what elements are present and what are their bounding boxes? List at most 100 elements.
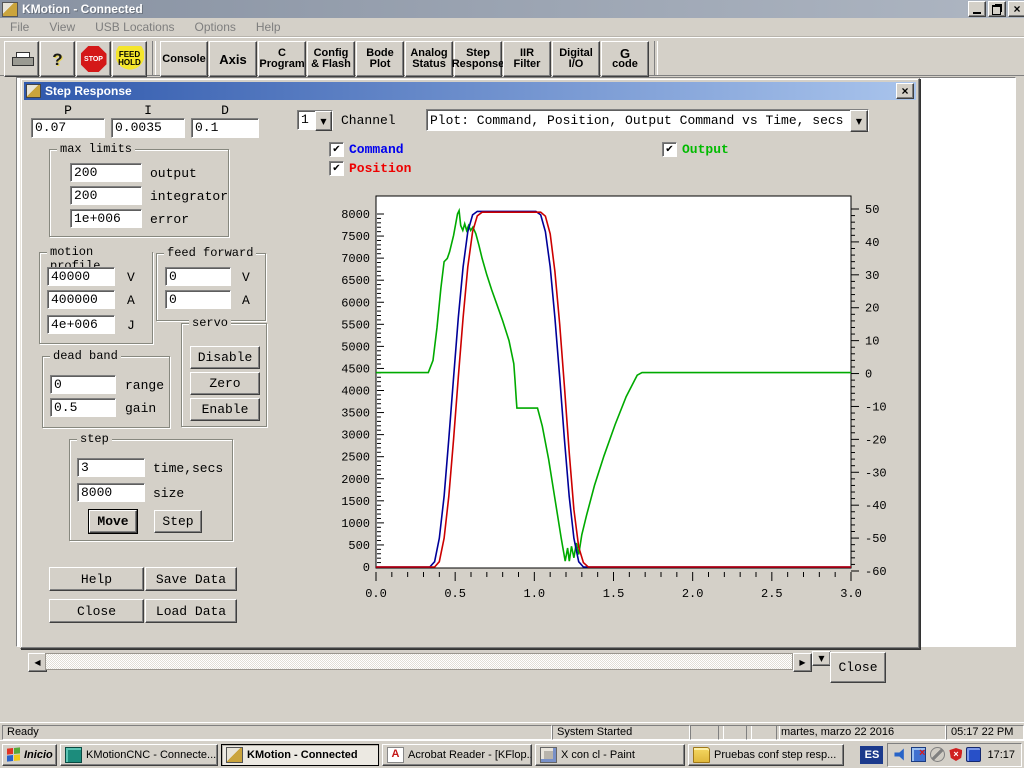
step-time-input[interactable]: 3 [77, 458, 145, 477]
axis-button[interactable]: Axis [209, 41, 257, 77]
close-button[interactable]: × [1008, 1, 1024, 17]
screen: KMotion - Connected × File View USB Loca… [0, 0, 1024, 768]
profile-v-input[interactable]: 40000 [47, 267, 115, 286]
console-button[interactable]: Console [160, 41, 208, 77]
digital-io-button[interactable]: DigitalI/O [552, 41, 600, 77]
toolbar-separator [654, 41, 658, 75]
close-icon: × [901, 86, 908, 96]
taskbar-item-acrobat[interactable]: A Acrobat Reader - [KFlop... [382, 744, 532, 766]
analog-status-button[interactable]: AnalogStatus [405, 41, 453, 77]
restore-icon [992, 5, 1001, 15]
max-integrator-input[interactable]: 200 [70, 186, 142, 205]
position-checkbox[interactable]: ✔ [329, 161, 344, 176]
dialog-close-button[interactable]: × [896, 83, 914, 99]
chevron-down-icon[interactable]: ▼ [850, 110, 868, 132]
move-button[interactable]: Move [89, 510, 137, 533]
menu-view[interactable]: View [39, 18, 85, 36]
gain-input[interactable]: 0.5 [50, 398, 116, 417]
close-dialog-button[interactable]: Close [49, 599, 144, 623]
feed-hold-button[interactable]: FEEDHOLD [112, 41, 147, 77]
bode-plot-button[interactable]: BodePlot [356, 41, 404, 77]
enable-button[interactable]: Enable [190, 398, 260, 421]
menu-help[interactable]: Help [246, 18, 291, 36]
chevron-down-icon[interactable]: ▼ [315, 111, 332, 131]
status-system: System Started [552, 725, 690, 740]
svg-text:20: 20 [865, 302, 879, 316]
taskbar-item-paint[interactable]: X con cl - Paint [535, 744, 685, 766]
step-response-button[interactable]: StepResponse [454, 41, 502, 77]
svg-text:-50: -50 [865, 532, 887, 546]
iir-filter-button[interactable]: IIRFilter [503, 41, 551, 77]
horizontal-scrollbar[interactable] [45, 653, 793, 670]
step-button[interactable]: Step [154, 510, 202, 533]
profile-j-input[interactable]: 4e+006 [47, 315, 115, 334]
svg-text:-40: -40 [865, 499, 887, 513]
start-button[interactable]: Inicio [2, 744, 57, 766]
paint-icon [540, 747, 557, 763]
i-label: I [111, 103, 185, 118]
restore-button[interactable] [988, 1, 1006, 17]
console-bottom-panel: ◀ ▶ ▼ Close [20, 647, 892, 692]
svg-text:5000: 5000 [341, 340, 370, 354]
g-code-button[interactable]: Gcode [601, 41, 649, 77]
svg-text:2500: 2500 [341, 451, 370, 465]
c-program-button[interactable]: CProgram [258, 41, 306, 77]
svg-text:-10: -10 [865, 400, 887, 414]
svg-text:3500: 3500 [341, 407, 370, 421]
step-size-input[interactable]: 8000 [77, 483, 145, 502]
minimize-button[interactable] [968, 1, 986, 17]
profile-a-input[interactable]: 400000 [47, 290, 115, 309]
output-checkbox[interactable]: ✔ [662, 142, 677, 157]
help-dialog-button[interactable]: Help [49, 567, 144, 591]
status-bar: Ready System Started martes, marzo 22 20… [0, 722, 1024, 741]
network-disconnected-icon[interactable]: × [911, 747, 926, 762]
taskbar-item-kmotion[interactable]: KMotion - Connected [221, 744, 379, 766]
max-output-input[interactable]: 200 [70, 163, 142, 182]
console-close-button[interactable]: Close [830, 652, 886, 683]
disable-button[interactable]: Disable [190, 346, 260, 369]
max-limits-group: max limits 200 output 200 integrator 1e+… [49, 149, 229, 237]
security-shield-icon[interactable]: × [949, 748, 962, 761]
tray-clock: 17:17 [987, 749, 1015, 761]
audio-icon[interactable] [894, 748, 907, 761]
config-flash-button[interactable]: Config& Flash [307, 41, 355, 77]
plot-select[interactable]: Plot: Command, Position, Output Command … [426, 109, 869, 131]
load-data-button[interactable]: Load Data [145, 599, 237, 623]
command-checkbox[interactable]: ✔ [329, 142, 344, 157]
display-icon[interactable] [966, 747, 981, 762]
ff-a-input[interactable]: 0 [165, 290, 231, 309]
printer-icon [12, 52, 32, 66]
menu-usb-locations[interactable]: USB Locations [85, 18, 184, 36]
help-button[interactable]: ? [40, 41, 75, 77]
ff-v-input[interactable]: 0 [165, 267, 231, 286]
taskbar-item-kmotioncnc[interactable]: KMotionCNC - Connecte... [60, 744, 218, 766]
menu-bar: File View USB Locations Options Help [0, 18, 1024, 37]
blocked-icon[interactable] [930, 747, 945, 762]
range-input[interactable]: 0 [50, 375, 116, 394]
i-input[interactable]: 0.0035 [111, 118, 185, 138]
menu-file[interactable]: File [0, 18, 39, 36]
save-data-button[interactable]: Save Data [145, 567, 237, 591]
p-input[interactable]: 0.07 [31, 118, 105, 138]
vertical-scroll-fragment[interactable]: ▼ [812, 651, 831, 666]
stop-icon: STOP [81, 46, 107, 72]
language-indicator[interactable]: ES [860, 746, 883, 764]
channel-select[interactable]: 1 ▼ [297, 110, 333, 130]
system-tray: × × 17:17 [887, 743, 1022, 767]
feed-forward-group: feed forward 0 V 0 A [156, 253, 266, 321]
zero-button[interactable]: Zero [190, 372, 260, 395]
scroll-right-button[interactable]: ▶ [793, 653, 812, 672]
toolbar: ? STOP FEEDHOLD Console Axis CProgram Co… [0, 37, 1024, 76]
svg-text:1.5: 1.5 [603, 587, 625, 601]
step-group: step 3 time,secs 8000 size Move Step [69, 439, 233, 541]
taskbar-item-folder[interactable]: Pruebas conf step resp... [688, 744, 844, 766]
window-titlebar: KMotion - Connected × [0, 0, 1024, 18]
svg-text:2.5: 2.5 [761, 587, 783, 601]
stop-button[interactable]: STOP [76, 41, 111, 77]
dialog-titlebar: Step Response × [24, 82, 916, 100]
d-input[interactable]: 0.1 [191, 118, 259, 138]
svg-text:1500: 1500 [341, 495, 370, 509]
print-button[interactable] [4, 41, 39, 77]
max-error-input[interactable]: 1e+006 [70, 209, 142, 228]
menu-options[interactable]: Options [185, 18, 246, 36]
